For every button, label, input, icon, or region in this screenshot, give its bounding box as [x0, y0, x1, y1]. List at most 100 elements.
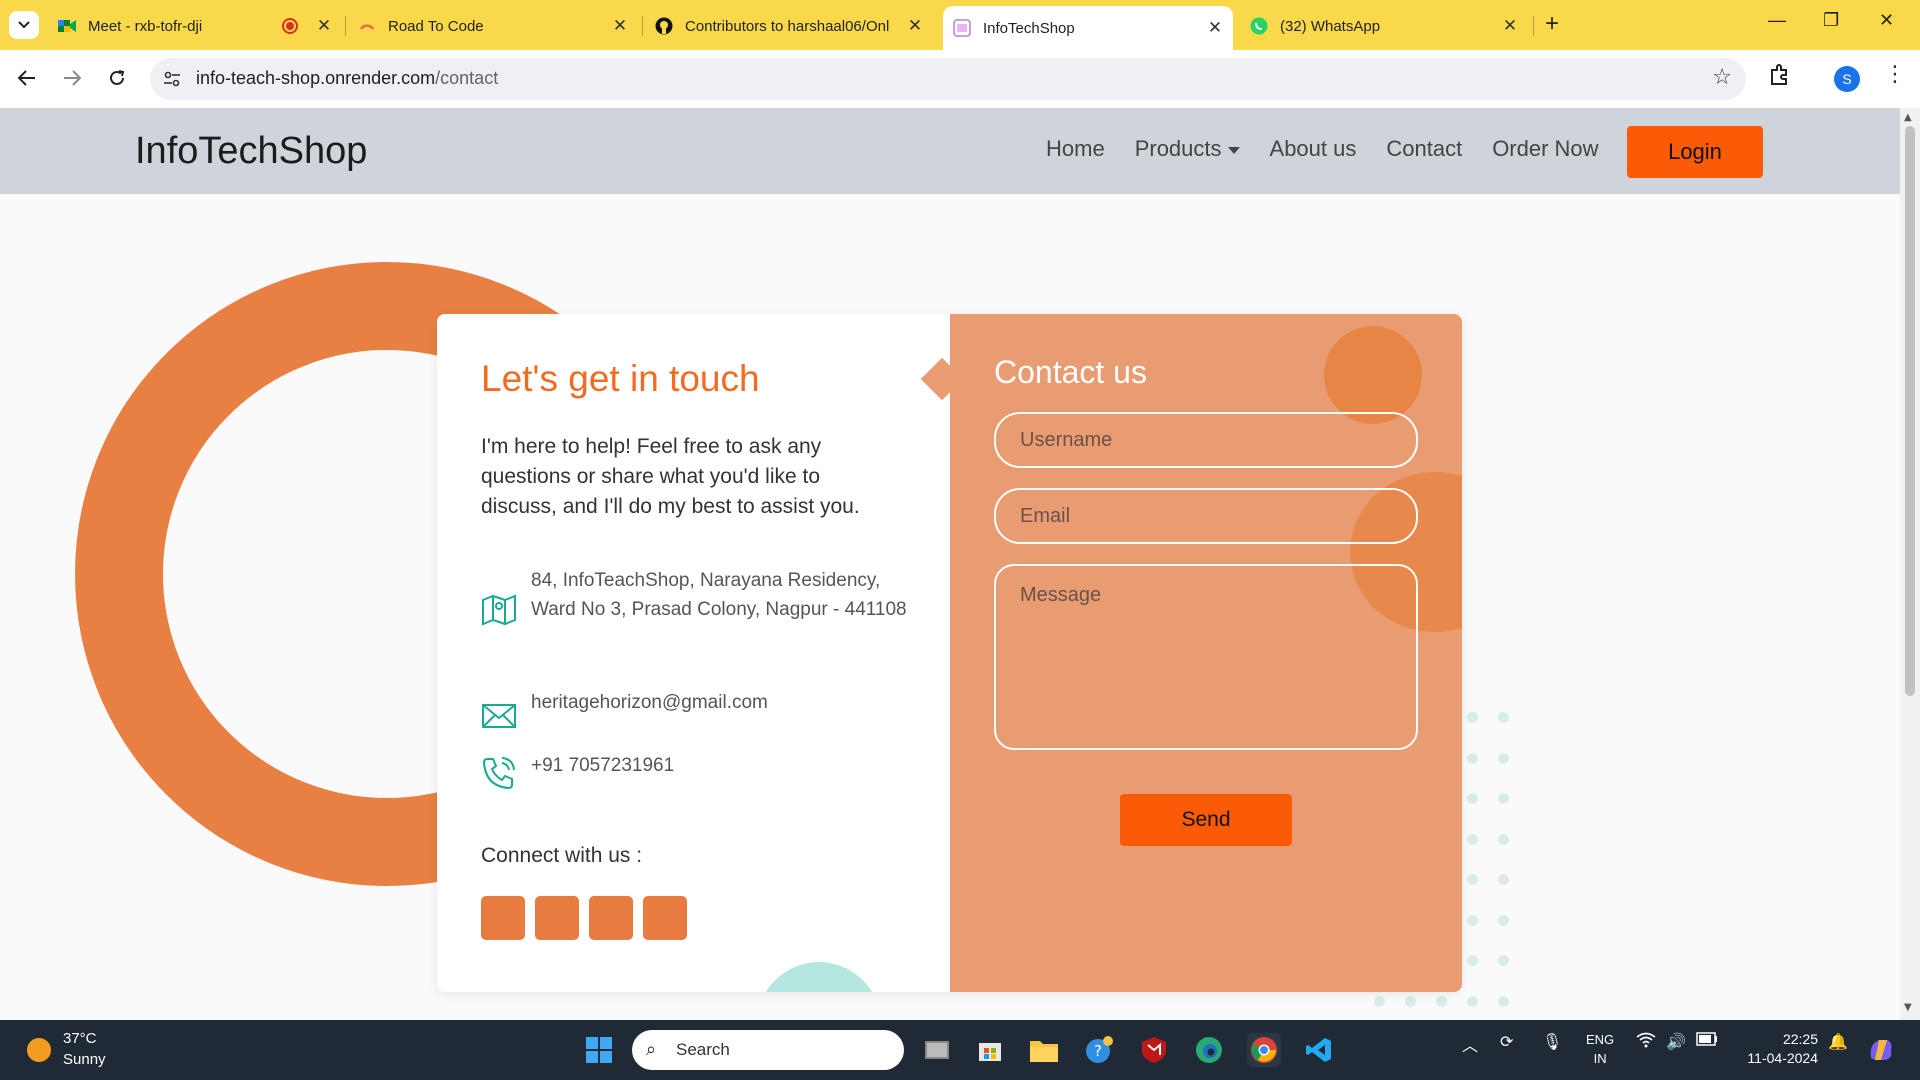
nav-contact[interactable]: Contact: [1386, 136, 1462, 162]
url-text: info-teach-shop.onrender.com/contact: [196, 68, 498, 89]
username-input[interactable]: [994, 412, 1418, 468]
mcafee-icon[interactable]: [1137, 1033, 1171, 1067]
url-host: info-teach-shop.onrender.com: [196, 68, 436, 88]
nav-home[interactable]: Home: [1046, 136, 1105, 162]
email-input[interactable]: [994, 488, 1418, 544]
tab-search-button[interactable]: [9, 11, 39, 39]
decorative-dot: [1467, 955, 1478, 966]
battery-icon[interactable]: [1696, 1032, 1718, 1051]
nav-order[interactable]: Order Now: [1492, 136, 1598, 162]
phone-text[interactable]: +91 7057231961: [531, 751, 674, 791]
forward-button[interactable]: [57, 63, 87, 93]
tab-title: InfoTechShop: [983, 19, 1075, 37]
microphone-icon[interactable]: 🎙: [1542, 1032, 1562, 1052]
chrome-icon[interactable]: [1247, 1033, 1281, 1067]
tab-infotechshop[interactable]: InfoTechShop ✕: [943, 6, 1233, 50]
help-icon[interactable]: ?: [1082, 1033, 1116, 1067]
bookmark-star-icon[interactable]: ☆: [1712, 65, 1732, 90]
decorative-dot: [1467, 712, 1478, 723]
tab-whatsapp[interactable]: (32) WhatsApp ✕: [1250, 6, 1520, 46]
decorative-dot: [1498, 874, 1509, 885]
weather-condition[interactable]: Sunny: [63, 1051, 106, 1068]
send-button[interactable]: Send: [1120, 794, 1292, 846]
minimize-button[interactable]: —: [1768, 10, 1786, 31]
site-info-icon[interactable]: [160, 67, 184, 91]
social-links: [481, 896, 687, 940]
taskbar-search[interactable]: ⌕ Search: [632, 1030, 904, 1070]
close-tab-icon[interactable]: ✕: [1205, 18, 1225, 38]
weather-temperature[interactable]: 37°C: [63, 1030, 97, 1047]
phone-row: +91 7057231961: [481, 751, 674, 791]
tab-title: Road To Code: [388, 17, 484, 35]
edge-icon[interactable]: [1192, 1033, 1226, 1067]
close-tab-icon[interactable]: ✕: [905, 16, 925, 36]
tray-overflow-icon[interactable]: ︿: [1462, 1032, 1478, 1056]
close-tab-icon[interactable]: ✕: [610, 16, 630, 36]
nav-about[interactable]: About us: [1270, 136, 1357, 162]
arrow-right-icon: [64, 70, 81, 86]
decorative-dot: [1498, 995, 1509, 1007]
restore-button[interactable]: ❐: [1823, 10, 1839, 31]
social-link-4[interactable]: [643, 896, 687, 940]
back-button[interactable]: [12, 63, 42, 93]
reload-button[interactable]: [102, 63, 132, 93]
vscode-icon[interactable]: [1302, 1033, 1336, 1067]
decorative-dot: [1467, 833, 1478, 845]
sun-icon[interactable]: [27, 1038, 51, 1062]
email-text[interactable]: heritagehorizon@gmail.com: [531, 688, 768, 734]
new-tab-button[interactable]: +: [1545, 10, 1559, 38]
social-link-3[interactable]: [589, 896, 633, 940]
file-explorer-icon[interactable]: [1027, 1033, 1061, 1067]
message-textarea[interactable]: [994, 564, 1418, 750]
contact-card: Let's get in touch I'm here to help! Fee…: [437, 314, 1462, 992]
decorative-circle: [1324, 326, 1422, 424]
clock-date: 11-04-2024: [1747, 1050, 1818, 1066]
scroll-down-icon[interactable]: ▼: [1904, 1002, 1912, 1013]
store-icon[interactable]: [973, 1033, 1007, 1067]
decorative-dot: [1467, 874, 1478, 885]
browser-menu-icon[interactable]: ⋮: [1884, 62, 1906, 87]
reload-icon: [110, 70, 125, 85]
sync-icon[interactable]: ⟳: [1500, 1032, 1513, 1052]
get-in-touch-title: Let's get in touch: [481, 358, 760, 399]
site-navbar: InfoTechShop Home Products About us Cont…: [0, 108, 1900, 194]
decorative-dot: [1498, 914, 1509, 926]
contact-form-panel: Contact us Send: [950, 314, 1462, 992]
notification-bell-icon[interactable]: 🔔: [1828, 1032, 1848, 1052]
tab-github[interactable]: Contributors to harshaal06/Onl ✕: [655, 6, 925, 46]
meet-icon: [58, 17, 76, 35]
page-viewport: InfoTechShop Home Products About us Cont…: [0, 108, 1900, 1020]
browser-tab-strip: Meet - rxb-tofr-dji ✕ Road To Code ✕ Con…: [0, 0, 1920, 50]
task-view-icon[interactable]: [920, 1033, 954, 1067]
site-brand[interactable]: InfoTechShop: [135, 130, 367, 173]
social-link-1[interactable]: [481, 896, 525, 940]
copilot-icon[interactable]: [1864, 1033, 1898, 1067]
decorative-dot: [1374, 995, 1385, 1007]
close-tab-icon[interactable]: ✕: [1500, 16, 1520, 36]
nav-products[interactable]: Products: [1135, 136, 1240, 162]
search-icon: ⌕: [646, 1039, 657, 1059]
social-link-2[interactable]: [535, 896, 579, 940]
browser-toolbar: info-teach-shop.onrender.com/contact ☆ S…: [0, 50, 1920, 108]
extensions-button[interactable]: [1768, 63, 1796, 91]
phone-icon: [481, 755, 517, 791]
system-clock[interactable]: 22:25 11-04-2024: [1738, 1030, 1818, 1068]
tab-road-to-code[interactable]: Road To Code ✕: [358, 6, 630, 46]
tab-title: Contributors to harshaal06/Onl: [685, 17, 890, 35]
close-window-button[interactable]: ✕: [1879, 10, 1894, 31]
tab-title: Meet - rxb-tofr-dji: [88, 17, 203, 35]
start-button[interactable]: [582, 1033, 616, 1067]
address-bar[interactable]: info-teach-shop.onrender.com/contact ☆: [150, 58, 1746, 100]
language-indicator[interactable]: ENG IN: [1586, 1030, 1614, 1068]
profile-avatar[interactable]: S: [1834, 66, 1860, 92]
puzzle-icon: [1771, 64, 1787, 85]
tab-meet[interactable]: Meet - rxb-tofr-dji ✕: [58, 6, 334, 46]
scroll-thumb[interactable]: [1905, 126, 1915, 696]
login-button[interactable]: Login: [1627, 126, 1763, 178]
wifi-icon[interactable]: [1636, 1032, 1656, 1053]
page-scrollbar[interactable]: ▲ ▼: [1900, 108, 1920, 1020]
close-tab-icon[interactable]: ✕: [314, 16, 334, 36]
scroll-up-icon[interactable]: ▲: [1904, 112, 1912, 123]
volume-icon[interactable]: 🔊: [1666, 1032, 1686, 1052]
decorative-dot: [1498, 712, 1509, 723]
